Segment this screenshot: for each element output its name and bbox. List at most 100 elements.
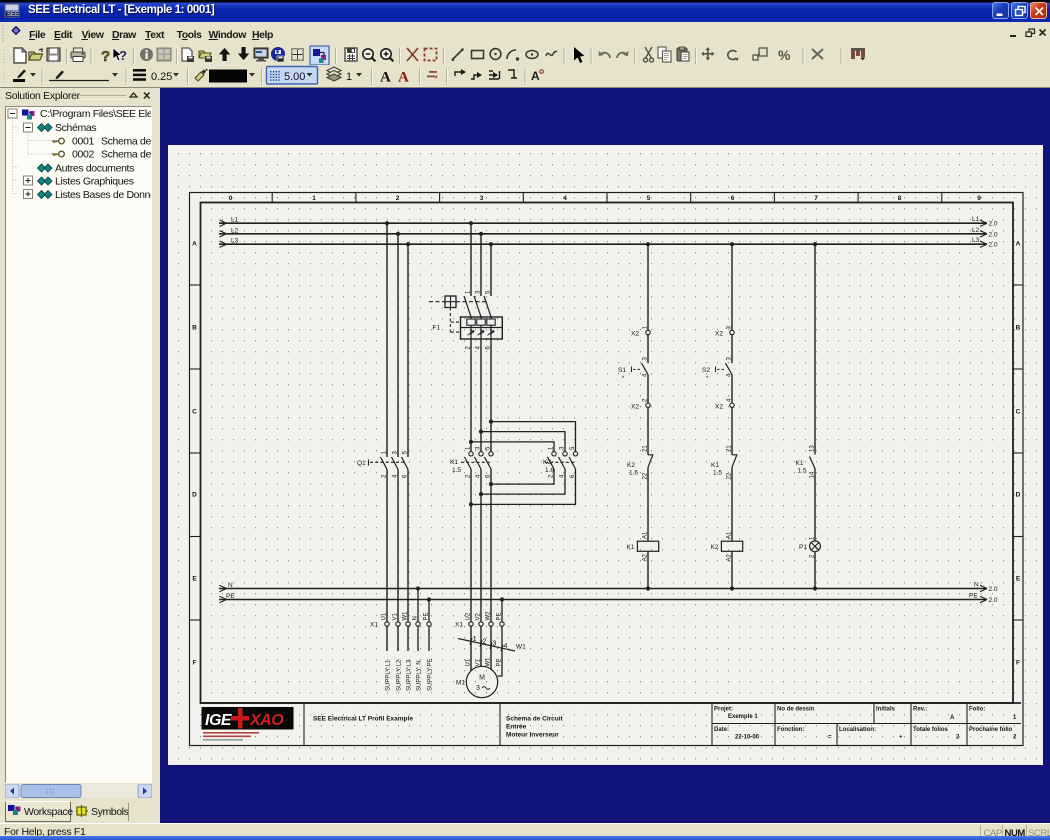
- svg-text:21: 21: [643, 445, 649, 452]
- svg-text:D: D: [1016, 492, 1021, 499]
- svg-text:K1: K1: [796, 460, 804, 467]
- svg-text:?: ?: [101, 48, 110, 65]
- svg-text:X1: X1: [455, 622, 463, 629]
- svg-text:Schema de C: Schema de C: [101, 149, 151, 161]
- svg-text:Exemple 1: Exemple 1: [728, 714, 758, 720]
- svg-text:2.0: 2.0: [989, 586, 998, 593]
- svg-text:U1: U1: [466, 658, 472, 666]
- svg-text:6: 6: [731, 195, 735, 202]
- svg-text:1.6: 1.6: [545, 467, 554, 474]
- svg-text:3: 3: [480, 195, 484, 202]
- svg-text:A: A: [531, 69, 540, 83]
- svg-text:S1: S1: [618, 367, 626, 374]
- svg-text:U2: U2: [466, 612, 472, 620]
- svg-text:2: 2: [483, 638, 487, 645]
- svg-text:Totale folios: Totale folios: [913, 727, 949, 733]
- svg-text:C: C: [1016, 409, 1021, 416]
- svg-text:A1: A1: [643, 531, 649, 539]
- svg-text:Listes Graphiques: Listes Graphiques: [55, 176, 134, 188]
- svg-text:B: B: [1016, 325, 1021, 332]
- svg-text:K2: K2: [711, 544, 719, 551]
- svg-text:8: 8: [898, 195, 902, 202]
- svg-text:N: N: [228, 582, 233, 589]
- svg-text:IGE: IGE: [205, 712, 233, 729]
- svg-text:No de dessin: No de dessin: [777, 707, 815, 713]
- svg-text:SUPPLY: N: SUPPLY: N: [417, 660, 423, 691]
- svg-text:XAO: XAO: [249, 712, 284, 729]
- svg-text:Listes Bases de Donnée: Listes Bases de Donnée: [55, 189, 151, 201]
- svg-text:SEE Electrical LT Profil Examp: SEE Electrical LT Profil Example: [313, 716, 413, 723]
- svg-text:F: F: [193, 660, 197, 667]
- svg-text:13: 13: [810, 445, 816, 452]
- svg-text:S2: S2: [702, 367, 710, 374]
- svg-text:D: D: [192, 492, 197, 499]
- svg-text:7: 7: [814, 195, 818, 202]
- svg-text:M: M: [479, 675, 485, 682]
- svg-text:U1: U1: [382, 612, 388, 620]
- svg-text:Schémas: Schémas: [55, 122, 96, 134]
- svg-text:SUPPLY:PE: SUPPLY:PE: [428, 658, 434, 691]
- svg-text:5.00: 5.00: [284, 71, 305, 83]
- svg-text:Rev.:: Rev.:: [913, 707, 927, 713]
- svg-text:0.25: 0.25: [151, 71, 172, 83]
- svg-text:Fonction:: Fonction:: [777, 727, 804, 733]
- svg-text:F1: F1: [432, 325, 440, 332]
- svg-text:0001: 0001: [72, 136, 94, 148]
- svg-text:3: 3: [476, 685, 480, 692]
- svg-text:2.0: 2.0: [989, 231, 998, 238]
- svg-text:K1: K1: [711, 462, 719, 469]
- svg-text:5: 5: [647, 195, 651, 202]
- svg-text:1.6: 1.6: [629, 470, 638, 477]
- svg-text:A: A: [380, 70, 391, 86]
- svg-text:A: A: [950, 715, 955, 721]
- svg-text:2.0: 2.0: [989, 597, 998, 604]
- svg-text:K1: K1: [450, 459, 458, 466]
- svg-text:1: 1: [473, 636, 477, 643]
- svg-text:Moteur Inverseur: Moteur Inverseur: [506, 732, 559, 739]
- svg-text:4: 4: [563, 195, 567, 202]
- svg-text:E: E: [1016, 576, 1021, 583]
- svg-text:A: A: [192, 241, 197, 248]
- svg-text:W1: W1: [486, 657, 492, 667]
- svg-text:W1: W1: [516, 644, 526, 651]
- svg-text:%: %: [778, 47, 791, 63]
- svg-text:L2: L2: [231, 227, 239, 234]
- svg-text:21: 21: [727, 445, 733, 452]
- svg-text:Entrée: Entrée: [506, 724, 527, 731]
- svg-text:3: 3: [493, 641, 497, 648]
- svg-text:9: 9: [977, 195, 981, 202]
- svg-text:X2: X2: [631, 403, 639, 410]
- svg-text:F: F: [1016, 660, 1020, 667]
- svg-text:Q1: Q1: [357, 460, 366, 467]
- svg-text:A1: A1: [727, 531, 733, 539]
- svg-text:2.0: 2.0: [989, 221, 998, 228]
- svg-text:Schema de C: Schema de C: [101, 136, 151, 148]
- svg-text:L3: L3: [972, 237, 980, 244]
- svg-text:1.5: 1.5: [798, 468, 807, 475]
- svg-text:A: A: [398, 70, 409, 86]
- svg-text:SUPPLY:L3: SUPPLY:L3: [407, 659, 413, 691]
- svg-text:X2: X2: [631, 331, 639, 338]
- svg-text:Schema de Circuit: Schema de Circuit: [506, 716, 564, 723]
- svg-text:1: 1: [346, 71, 352, 83]
- svg-text:Folio:: Folio:: [969, 707, 985, 713]
- svg-text:SEE: SEE: [7, 12, 19, 18]
- svg-text:X1: X1: [370, 622, 378, 629]
- svg-text:V1: V1: [476, 658, 482, 666]
- svg-text:1: 1: [312, 195, 316, 202]
- svg-text:K2: K2: [627, 462, 635, 469]
- svg-text:W2: W2: [486, 611, 492, 621]
- svg-text:+: +: [899, 735, 903, 741]
- svg-text:V2: V2: [476, 612, 482, 620]
- svg-text:0: 0: [229, 195, 233, 202]
- svg-text:Projet:: Projet:: [714, 707, 733, 713]
- svg-text:C: C: [192, 409, 197, 416]
- svg-text:V1: V1: [393, 612, 399, 620]
- svg-text:Initials: Initials: [876, 707, 896, 713]
- svg-text:Localisation:: Localisation:: [839, 727, 876, 733]
- svg-text:C:\Program Files\SEE Elech: C:\Program Files\SEE Elech: [40, 108, 151, 120]
- svg-text:2: 2: [396, 195, 400, 202]
- svg-text:X2: X2: [715, 331, 723, 338]
- svg-text:Date:: Date:: [714, 727, 729, 733]
- svg-text:L1: L1: [231, 217, 239, 224]
